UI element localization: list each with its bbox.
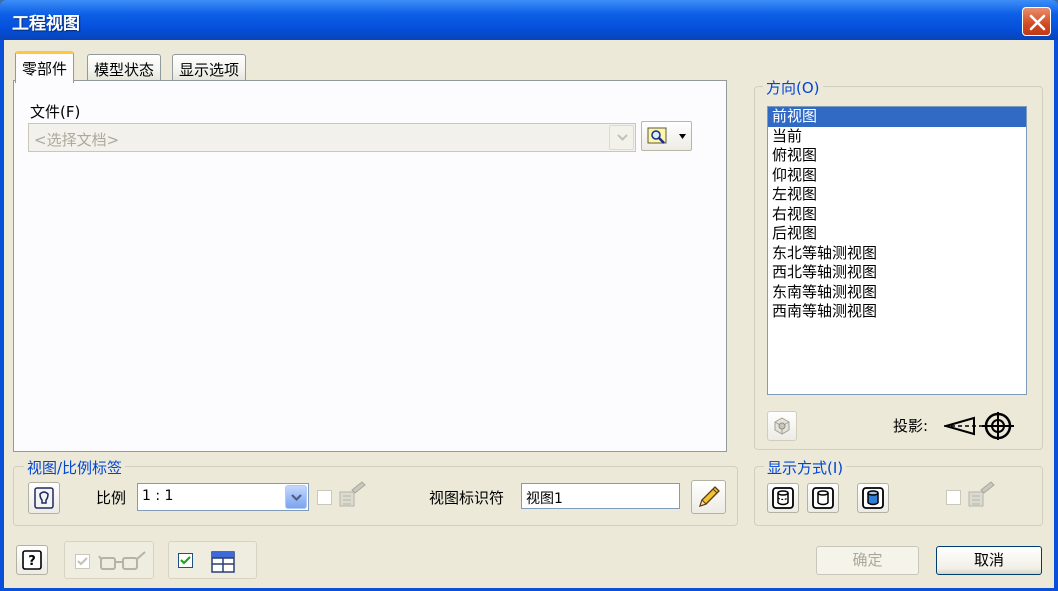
chevron-down-icon xyxy=(291,494,302,501)
label-visibility-button[interactable] xyxy=(28,482,60,514)
display-style-checkbox[interactable] xyxy=(946,490,961,505)
list-item[interactable]: 俯视图 xyxy=(768,146,1026,166)
list-item[interactable]: 仰视图 xyxy=(768,166,1026,186)
scale-select[interactable]: 1 : 1 xyxy=(137,483,309,511)
lightbulb-icon xyxy=(34,487,54,509)
help-button[interactable]: ? xyxy=(16,545,48,575)
display-style-options-icon xyxy=(967,480,997,510)
file-select-dropdown[interactable] xyxy=(609,125,634,150)
dialog-window: 工程视图 零部件 模型状态 显示选项 文件(F) <选择文档> 方向(O) 前视… xyxy=(0,0,1058,591)
hidden-lines-icon xyxy=(772,487,794,509)
projection-label: 投影: xyxy=(893,417,929,435)
close-icon xyxy=(1029,14,1046,31)
edit-view-label-button[interactable] xyxy=(691,480,726,514)
third-angle-projection-icon xyxy=(942,412,1014,440)
list-item[interactable]: 西北等轴测视图 xyxy=(768,263,1026,283)
checkmark-icon xyxy=(77,557,88,566)
scale-label-checkbox[interactable] xyxy=(317,490,332,505)
glasses-icon xyxy=(97,550,147,572)
file-select[interactable]: <选择文档> xyxy=(28,123,636,152)
layout-checkbox[interactable] xyxy=(178,553,193,568)
cancel-button[interactable]: 取消 xyxy=(936,546,1042,575)
view-identifier-input[interactable]: 视图1 xyxy=(521,483,680,509)
orientation-legend: 方向(O) xyxy=(763,77,823,98)
chevron-down-icon xyxy=(617,134,628,141)
list-item[interactable]: 右视图 xyxy=(768,205,1026,225)
tab-model-state[interactable]: 模型状态 xyxy=(87,54,162,82)
list-item[interactable]: 前视图 xyxy=(768,107,1026,127)
list-item[interactable]: 西南等轴测视图 xyxy=(768,302,1026,322)
display-style-legend: 显示方式(I) xyxy=(764,457,847,478)
preview-checkbox[interactable] xyxy=(75,554,90,569)
title-bar[interactable]: 工程视图 xyxy=(0,0,1058,40)
dropdown-arrow-icon xyxy=(679,134,686,139)
scale-value: 1 : 1 xyxy=(142,488,174,504)
checkmark-icon xyxy=(180,556,191,565)
change-view-orientation-button[interactable] xyxy=(767,411,797,441)
tab-components[interactable]: 零部件 xyxy=(15,51,75,83)
view-identifier-value: 视图1 xyxy=(526,491,563,507)
ok-button[interactable]: 确定 xyxy=(816,546,919,575)
tab-display-options[interactable]: 显示选项 xyxy=(172,54,247,82)
tab-label: 显示选项 xyxy=(179,61,240,79)
window-title: 工程视图 xyxy=(12,14,80,34)
help-icon: ? xyxy=(22,550,42,570)
tab-label: 模型状态 xyxy=(94,61,155,79)
file-label: 文件(F) xyxy=(30,103,81,121)
close-button[interactable] xyxy=(1022,7,1051,36)
custom-view-icon xyxy=(774,417,790,435)
pencil-icon xyxy=(698,486,720,508)
hidden-lines-removed-button[interactable] xyxy=(807,483,839,513)
table-layout-icon xyxy=(210,550,236,574)
svg-text:?: ? xyxy=(28,554,36,569)
orientation-list[interactable]: 前视图 当前 俯视图 仰视图 左视图 右视图 后视图 东北等轴测视图 西北等轴测… xyxy=(767,106,1027,395)
view-identifier-label: 视图标识符 xyxy=(429,489,505,507)
tab-label: 零部件 xyxy=(22,60,68,78)
browse-file-button[interactable] xyxy=(641,121,692,151)
list-item[interactable]: 东南等轴测视图 xyxy=(768,283,1026,303)
list-item[interactable]: 当前 xyxy=(768,127,1026,147)
list-item[interactable]: 东北等轴测视图 xyxy=(768,244,1026,264)
shaded-button[interactable] xyxy=(857,483,889,513)
scale-dropdown[interactable] xyxy=(285,485,307,509)
file-select-placeholder: <选择文档> xyxy=(34,131,120,149)
projection-toggle[interactable] xyxy=(942,410,1016,442)
view-scale-legend: 视图/比例标签 xyxy=(24,457,126,478)
open-file-icon xyxy=(647,127,667,144)
list-item[interactable]: 左视图 xyxy=(768,185,1026,205)
hidden-lines-removed-icon xyxy=(812,487,834,509)
scale-label-style-icon xyxy=(338,480,368,510)
list-item[interactable]: 后视图 xyxy=(768,224,1026,244)
scale-label: 比例 xyxy=(96,489,127,507)
hidden-lines-button[interactable] xyxy=(767,483,799,513)
shaded-icon xyxy=(862,487,884,509)
